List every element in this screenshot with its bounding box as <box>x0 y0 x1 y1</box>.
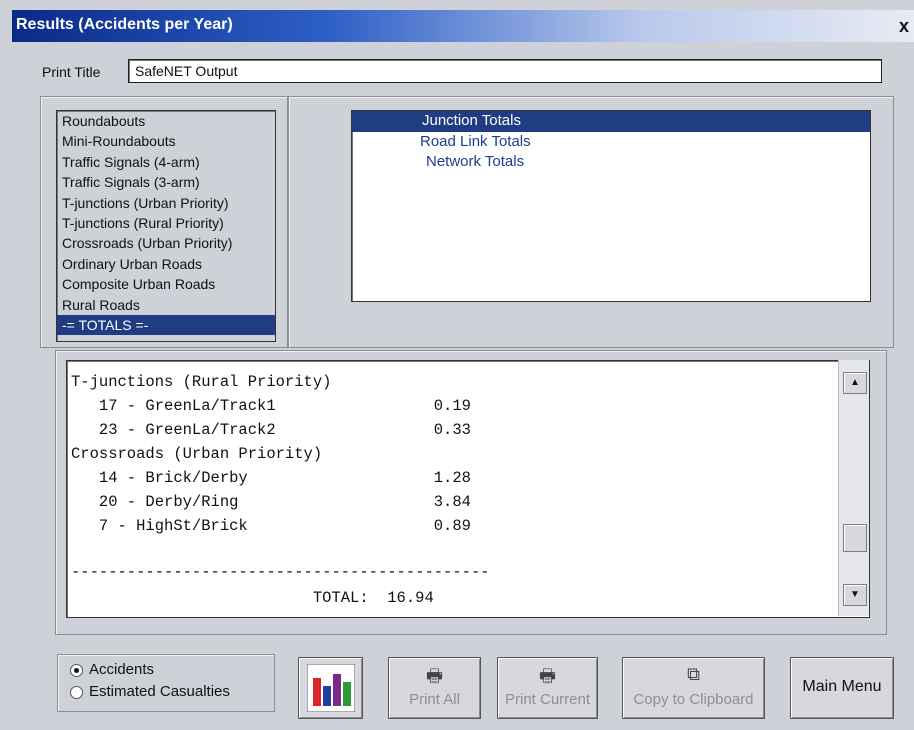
mode-radio-group: Accidents Estimated Casualties <box>57 654 275 712</box>
close-icon[interactable]: x <box>894 16 914 36</box>
chart-button[interactable] <box>298 657 363 719</box>
category-item[interactable]: Ordinary Urban Roads <box>57 254 275 274</box>
print-current-button[interactable]: 🖶 Print Current <box>497 657 598 719</box>
results-window: Results (Accidents per Year) x Print Tit… <box>0 0 914 730</box>
chart-bar-red <box>313 678 321 706</box>
radio-unselected-icon[interactable] <box>70 685 83 699</box>
category-item[interactable]: Traffic Signals (3-arm) <box>57 172 275 192</box>
vertical-scrollbar[interactable]: ▲ ▼ <box>838 360 869 616</box>
casualties-radio[interactable]: Estimated Casualties <box>70 683 230 703</box>
category-item[interactable]: Traffic Signals (4-arm) <box>57 152 275 172</box>
output-line: 17 - GreenLa/Track1 0.19 <box>71 397 471 415</box>
category-item[interactable]: T-junctions (Rural Priority) <box>57 213 275 233</box>
category-item[interactable]: Mini-Roundabouts <box>57 131 275 151</box>
accidents-radio[interactable]: Accidents <box>70 661 154 681</box>
printer-icon: 🖶 <box>426 666 443 686</box>
print-all-button[interactable]: 🖶 Print All <box>388 657 481 719</box>
chart-bar-blue <box>323 686 331 706</box>
category-item[interactable]: Composite Urban Roads <box>57 274 275 294</box>
totals-option[interactable]: Road Link Totals <box>352 132 870 153</box>
output-line: Crossroads (Urban Priority) <box>71 445 323 463</box>
radio-selected-icon[interactable] <box>70 663 83 677</box>
title-bar[interactable]: Results (Accidents per Year) x <box>12 10 914 42</box>
printer-icon: 🖶 <box>539 666 556 686</box>
category-item[interactable]: T-junctions (Urban Priority) <box>57 193 275 213</box>
chart-bar-purple <box>333 674 341 706</box>
totals-option[interactable]: Junction Totals <box>352 111 870 132</box>
bar-chart-icon <box>307 664 355 712</box>
scroll-down-icon[interactable]: ▼ <box>843 584 867 606</box>
category-item[interactable]: Roundabouts <box>57 111 275 131</box>
copy-to-clipboard-button[interactable]: ⧉ Copy to Clipboard <box>622 657 765 719</box>
output-line: 7 - HighSt/Brick 0.89 <box>71 517 471 535</box>
totals-list[interactable]: Junction Totals Road Link Totals Network T… <box>351 110 871 302</box>
window-title: Results (Accidents per Year) <box>16 16 233 33</box>
output-line: 23 - GreenLa/Track2 0.33 <box>71 421 471 439</box>
results-output[interactable]: T-junctions (Rural Priority) 17 - GreenL… <box>66 360 870 618</box>
output-line: 14 - Brick/Derby 1.28 <box>71 469 471 487</box>
copy-icon: ⧉ <box>687 664 700 684</box>
category-item[interactable]: Rural Roads <box>57 295 275 315</box>
totals-option[interactable]: Network Totals <box>352 152 870 173</box>
casualties-label: Estimated Casualties <box>89 683 230 700</box>
output-line: TOTAL: 16.94 <box>71 589 434 607</box>
main-menu-button[interactable]: Main Menu <box>790 657 894 719</box>
chart-bar-green <box>343 682 351 706</box>
category-item[interactable]: -= TOTALS =- <box>57 314 275 336</box>
output-line: T-junctions (Rural Priority) <box>71 373 332 391</box>
print-title-input[interactable] <box>128 59 882 83</box>
output-line: 20 - Derby/Ring 3.84 <box>71 493 471 511</box>
scroll-up-icon[interactable]: ▲ <box>843 372 867 394</box>
accidents-label: Accidents <box>89 661 155 678</box>
category-list[interactable]: Roundabouts Mini-Roundabouts Traffic Signa… <box>56 110 276 342</box>
category-item[interactable]: Crossroads (Urban Priority) <box>57 233 275 253</box>
scroll-thumb[interactable] <box>843 524 867 552</box>
output-line: ----------------------------------------… <box>71 563 490 581</box>
print-title-label: Print Title <box>42 64 101 80</box>
